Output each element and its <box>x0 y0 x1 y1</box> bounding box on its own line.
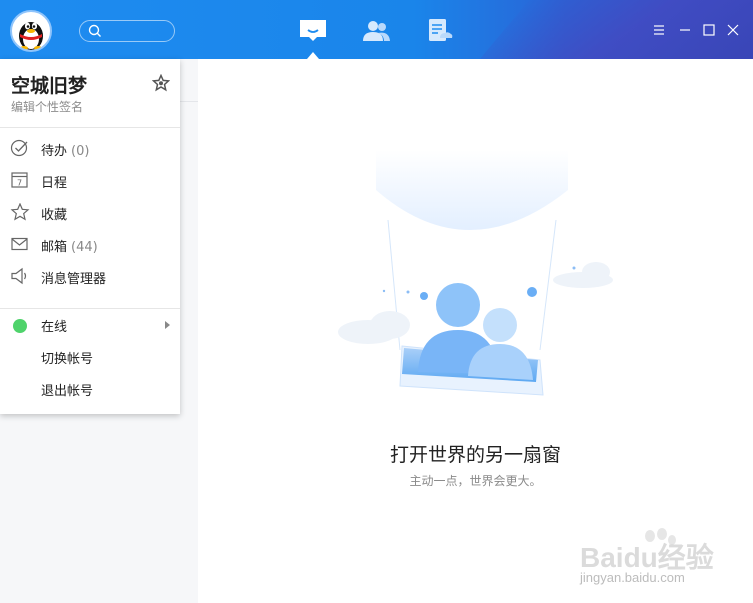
calendar-icon: 7 <box>11 172 28 188</box>
active-tab-indicator <box>307 52 319 59</box>
tab-space[interactable] <box>427 18 457 44</box>
calendar-icon-date: 7 <box>17 179 22 188</box>
welcome-title: 打开世界的另一扇窗 <box>389 444 561 466</box>
level-star-button[interactable] <box>151 73 171 92</box>
close-button[interactable] <box>725 22 741 38</box>
star-badge-icon <box>151 73 171 92</box>
divider <box>0 127 180 128</box>
menu-button[interactable] <box>651 22 667 38</box>
menu-item-label: 日程 <box>41 176 68 191</box>
profile-name: 空城旧梦 <box>11 75 88 97</box>
menu-item-label: 收藏 <box>41 208 68 223</box>
mail-icon <box>11 237 28 251</box>
menu-item-calendar[interactable]: 7 日程 <box>0 166 180 194</box>
close-icon <box>727 24 739 36</box>
signature-edit-link[interactable]: 编辑个性签名 <box>11 98 83 115</box>
welcome-subtitle: 主动一点，世界会更大。 <box>409 474 542 488</box>
title-bar <box>0 0 753 59</box>
menu-item-online-status[interactable]: 在线 <box>0 310 180 338</box>
avatar[interactable] <box>10 10 52 52</box>
chat-icon <box>300 20 326 41</box>
divider <box>0 308 180 309</box>
contacts-icon <box>363 21 390 41</box>
minimize-icon <box>680 29 690 31</box>
menu-item-message-manager[interactable]: 消息管理器 <box>0 262 180 290</box>
menu-item-label: 待办 <box>41 144 68 159</box>
menu-item-label: 邮箱 <box>41 240 68 255</box>
menu-item-label: 消息管理器 <box>41 272 107 287</box>
tab-messages[interactable] <box>298 18 328 44</box>
check-circle-icon <box>10 139 28 157</box>
online-status-dot <box>13 319 27 333</box>
divider <box>180 101 198 102</box>
mail-count: (44) <box>71 240 98 255</box>
menu-item-mail[interactable]: 邮箱 (44) <box>0 230 180 258</box>
space-icon <box>429 19 453 41</box>
star-icon <box>10 203 30 221</box>
menu-item-switch-account[interactable]: 切换帐号 <box>0 342 180 370</box>
penguin-avatar-icon <box>19 22 43 50</box>
speaker-icon <box>11 267 27 285</box>
tab-contacts[interactable] <box>361 18 391 44</box>
submenu-arrow-icon <box>165 321 170 329</box>
profile-menu-panel: 空城旧梦 编辑个性签名 待办 (0) 7 日程 收藏 邮箱 (44) 消息管理器… <box>0 59 180 414</box>
minimize-button[interactable] <box>677 22 693 38</box>
maximize-icon <box>703 24 715 36</box>
menu-item-todo[interactable]: 待办 (0) <box>0 134 180 162</box>
search-icon <box>88 24 101 37</box>
watermark-url: jingyan.baidu.com <box>580 570 685 585</box>
menu-item-logout[interactable]: 退出帐号 <box>0 374 180 402</box>
hot-air-balloon-illustration <box>338 150 613 396</box>
menu-item-label: 退出帐号 <box>41 384 94 399</box>
todo-count: (0) <box>71 144 90 159</box>
menu-item-label: 切换帐号 <box>41 352 94 367</box>
search-input[interactable] <box>79 20 175 42</box>
menu-icon <box>654 25 664 35</box>
menu-item-favorites[interactable]: 收藏 <box>0 198 180 226</box>
maximize-button[interactable] <box>701 22 717 38</box>
menu-item-label: 在线 <box>41 320 68 335</box>
